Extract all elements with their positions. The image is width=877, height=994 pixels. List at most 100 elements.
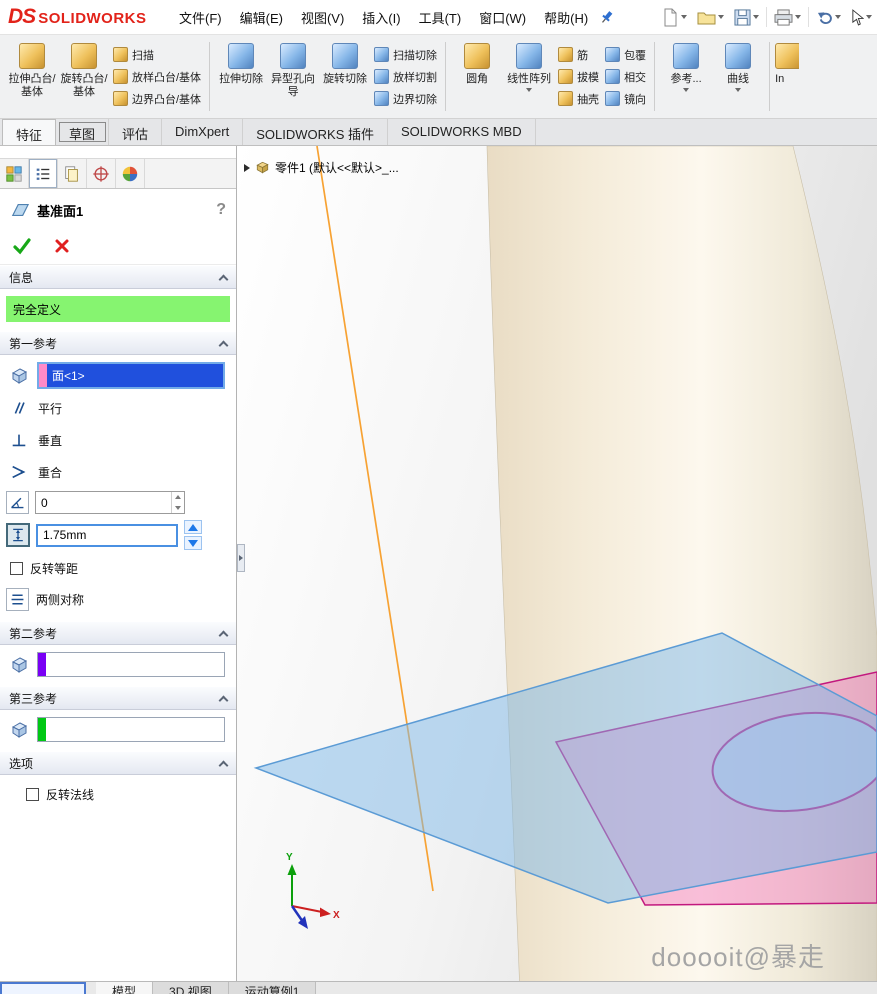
dropdown-caret-icon[interactable]	[683, 88, 689, 92]
tab-evaluate[interactable]: 评估	[109, 119, 162, 145]
menu-file[interactable]: 文件(F)	[170, 3, 231, 32]
extruded-boss-button[interactable]: 拉伸凸台/基体	[6, 37, 58, 116]
tab-solidworks-addins[interactable]: SOLIDWORKS 插件	[243, 119, 388, 145]
menu-tools[interactable]: 工具(T)	[410, 3, 471, 32]
revolved-cut-button[interactable]: 旋转切除	[319, 37, 371, 116]
distance-value[interactable]: 1.75mm	[38, 526, 176, 545]
parallel-option[interactable]: 平行	[6, 395, 230, 421]
3d-views-tab[interactable]: 3D 视图	[153, 982, 229, 994]
angle-spinner[interactable]	[171, 492, 184, 513]
wrap-button[interactable]: 包覆	[605, 47, 646, 63]
flip-offset-checkbox[interactable]	[10, 562, 23, 575]
model-tab[interactable]: 模型	[96, 982, 153, 994]
spin-up-button[interactable]	[184, 520, 202, 534]
curves-button[interactable]: 曲线	[712, 37, 764, 116]
hole-wizard-button[interactable]: 异型孔向导	[267, 37, 319, 116]
dropdown-caret-icon[interactable]	[718, 15, 724, 19]
lofted-cut-icon	[374, 69, 389, 84]
dropdown-caret-icon[interactable]	[795, 15, 801, 19]
mid-plane-option[interactable]: 两侧对称	[6, 586, 230, 612]
print-button[interactable]	[771, 7, 804, 28]
dropdown-caret-icon[interactable]	[866, 15, 872, 19]
linear-pattern-button[interactable]: 线性阵列	[503, 37, 555, 116]
collapse-chevron-icon[interactable]	[219, 340, 229, 350]
tab-sketch[interactable]: 草图	[56, 119, 109, 145]
menu-view[interactable]: 视图(V)	[292, 3, 353, 32]
dropdown-caret-icon[interactable]	[735, 88, 741, 92]
expand-arrow-icon[interactable]	[244, 164, 250, 172]
second-reference-selection-box[interactable]	[37, 652, 225, 677]
spin-down-button[interactable]	[184, 536, 202, 550]
section-header-options[interactable]: 选项	[0, 751, 236, 775]
menu-insert[interactable]: 插入(I)	[353, 3, 409, 32]
motion-study-tab[interactable]: 运动算例1	[229, 982, 317, 994]
revolved-boss-button[interactable]: 旋转凸台/基体	[58, 37, 110, 116]
dropdown-caret-icon[interactable]	[835, 15, 841, 19]
shell-button[interactable]: 抽壳	[558, 91, 599, 107]
perpendicular-option[interactable]: 垂直	[6, 427, 230, 453]
menu-help[interactable]: 帮助(H)	[535, 3, 597, 32]
first-reference-selection-box[interactable]: 面<1>	[37, 362, 225, 389]
section-header-info[interactable]: 信息	[0, 265, 236, 289]
model-scene[interactable]: Y X	[237, 146, 877, 994]
tab-solidworks-mbd[interactable]: SOLIDWORKS MBD	[388, 119, 536, 145]
instant3d-button[interactable]: In	[775, 37, 799, 116]
section-header-third-reference[interactable]: 第三参考	[0, 686, 236, 710]
feature-tree-root[interactable]: 零件1 (默认<<默认>_...	[275, 159, 399, 176]
save-button[interactable]	[731, 7, 762, 28]
feature-tree-tab[interactable]	[0, 159, 29, 188]
intersect-button[interactable]: 相交	[605, 69, 646, 85]
help-icon[interactable]: ?	[216, 201, 226, 219]
selected-entity[interactable]: 面<1>	[47, 364, 223, 387]
boundary-cut-button[interactable]: 边界切除	[374, 91, 437, 107]
extruded-cut-button[interactable]: 拉伸切除	[215, 37, 267, 116]
button-label: 线性阵列	[507, 73, 551, 86]
tab-dimxpert[interactable]: DimXpert	[162, 119, 243, 145]
angle-value[interactable]: 0	[36, 492, 171, 513]
open-document-button[interactable]	[694, 8, 727, 27]
swept-boss-button[interactable]: 扫描	[113, 47, 201, 63]
distance-spinner[interactable]	[184, 520, 202, 550]
coincident-option[interactable]: 重合	[6, 459, 230, 485]
pin-menu-icon[interactable]	[599, 9, 615, 25]
third-reference-selection-box[interactable]	[37, 717, 225, 742]
collapse-chevron-icon[interactable]	[219, 695, 229, 705]
dropdown-caret-icon[interactable]	[753, 15, 759, 19]
configuration-manager-tab[interactable]	[58, 159, 87, 188]
angle-input[interactable]: 0	[35, 491, 185, 514]
tab-scroll-control[interactable]	[0, 982, 86, 994]
section-header-first-reference[interactable]: 第一参考	[0, 331, 236, 355]
reference-geometry-button[interactable]: 参考...	[660, 37, 712, 116]
lofted-boss-button[interactable]: 放样凸台/基体	[113, 69, 201, 85]
dimxpert-manager-tab[interactable]	[87, 159, 116, 188]
menu-edit[interactable]: 编辑(E)	[231, 3, 292, 32]
dropdown-caret-icon[interactable]	[681, 15, 687, 19]
menu-window[interactable]: 窗口(W)	[470, 3, 535, 32]
dropdown-caret-icon[interactable]	[526, 88, 532, 92]
distance-input[interactable]: 1.75mm	[36, 524, 178, 547]
rib-button[interactable]: 筋	[558, 47, 599, 63]
collapse-chevron-icon[interactable]	[219, 630, 229, 640]
section-header-second-reference[interactable]: 第二参考	[0, 621, 236, 645]
boss-small-stack: 扫描 放样凸台/基体 边界凸台/基体	[110, 37, 204, 116]
swept-cut-button[interactable]: 扫描切除	[374, 47, 437, 63]
panel-splitter-handle[interactable]	[237, 544, 245, 572]
ok-button[interactable]	[12, 237, 32, 258]
ribbon-group-modify: 圆角 线性阵列 筋 拔模 抽壳 包覆 相交 镜向	[449, 37, 651, 116]
tab-features[interactable]: 特征	[2, 119, 56, 145]
mirror-button[interactable]: 镜向	[605, 91, 646, 107]
collapse-chevron-icon[interactable]	[219, 760, 229, 770]
undo-button[interactable]	[813, 8, 844, 27]
new-document-button[interactable]	[659, 6, 690, 29]
flip-normal-checkbox[interactable]	[26, 788, 39, 801]
lofted-cut-button[interactable]: 放样切割	[374, 69, 437, 85]
select-pointer-button[interactable]	[848, 7, 875, 28]
display-manager-tab[interactable]	[116, 159, 145, 188]
draft-button[interactable]: 拔模	[558, 69, 599, 85]
boundary-boss-button[interactable]: 边界凸台/基体	[113, 91, 201, 107]
collapse-chevron-icon[interactable]	[219, 274, 229, 284]
cancel-button[interactable]	[54, 238, 70, 257]
property-manager-tab[interactable]	[29, 159, 58, 188]
graphics-area[interactable]: Y X 零件1 (默认<<默认>_... dooooit@暴走	[237, 146, 877, 994]
fillet-button[interactable]: 圆角	[451, 37, 503, 116]
